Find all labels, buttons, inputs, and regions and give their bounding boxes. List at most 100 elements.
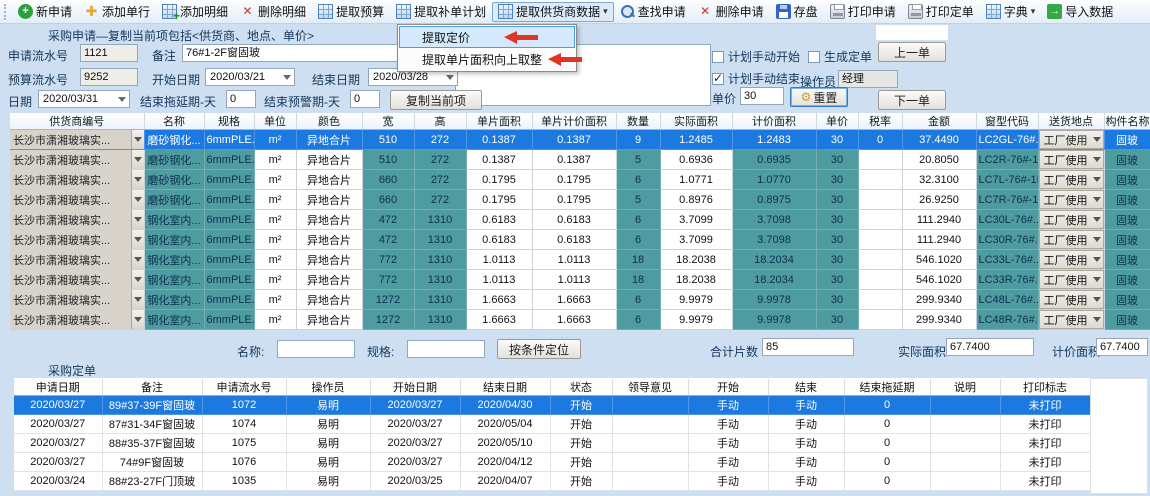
cell-height[interactable]: 1310	[414, 250, 466, 270]
cell-actual_area[interactable]: 1.0771	[660, 170, 732, 190]
cell-spec[interactable]: 6mmPLE...	[204, 150, 254, 170]
cell-actual_area[interactable]: 0.6936	[660, 150, 732, 170]
table-row[interactable]: 长沙市潇湘玻璃实...钢化室内...6mmPLE...m²异地合片7721310…	[10, 250, 1150, 270]
cell-component[interactable]: 固玻	[1104, 250, 1150, 270]
cell-delivery[interactable]: 工厂使用	[1038, 250, 1104, 270]
column-header-actual_area[interactable]: 实际面积	[660, 113, 732, 130]
cell-color[interactable]: 异地合片	[296, 150, 362, 170]
cell-price_area[interactable]: 9.9978	[732, 310, 816, 330]
cell-width[interactable]: 660	[362, 170, 414, 190]
table-row[interactable]: 长沙市潇湘玻璃实...磨砂钢化...6mmPLE...m²异地合片6602720…	[10, 190, 1150, 210]
cell-price_area[interactable]: 1.0770	[732, 170, 816, 190]
cell-unit_price[interactable]: 30	[816, 190, 858, 210]
manual-end-checkbox[interactable]: 计划手动结束	[712, 70, 800, 87]
cell-tax[interactable]	[858, 210, 902, 230]
orders-cell[interactable]: 未打印	[1000, 453, 1090, 472]
prev-order-button[interactable]: 上一单	[878, 42, 946, 62]
orders-column-header[interactable]: 申请流水号	[202, 379, 286, 396]
cell-price_area[interactable]: 18.2034	[732, 270, 816, 290]
cell-piece_price_area[interactable]: 0.1795	[532, 190, 616, 210]
cell-supplier[interactable]: 长沙市潇湘玻璃实...	[10, 150, 144, 170]
orders-cell[interactable]: 2020/03/27	[14, 434, 102, 453]
cell-actual_area[interactable]: 9.9979	[660, 310, 732, 330]
orders-cell[interactable]: 未打印	[1000, 415, 1090, 434]
cell-color[interactable]: 异地合片	[296, 290, 362, 310]
cell-amount[interactable]: 546.1020	[902, 250, 976, 270]
cell-tax[interactable]	[858, 250, 902, 270]
toolbar-button[interactable]: 删除明细	[234, 2, 312, 22]
cell-qty[interactable]: 18	[616, 250, 660, 270]
cell-height[interactable]: 1310	[414, 230, 466, 250]
cell-qty[interactable]: 6	[616, 290, 660, 310]
orders-cell[interactable]: 1035	[202, 472, 286, 491]
cell-tax[interactable]	[858, 190, 902, 210]
orders-cell[interactable]	[930, 434, 1000, 453]
column-header-piece_price_area[interactable]: 单片计价面积	[532, 113, 616, 130]
column-header-qty[interactable]: 数量	[616, 113, 660, 130]
cell-unit[interactable]: m²	[254, 250, 296, 270]
cell-piece_price_area[interactable]: 1.6663	[532, 310, 616, 330]
chevron-down-icon[interactable]	[131, 210, 144, 229]
cell-tax[interactable]	[858, 170, 902, 190]
cell-width[interactable]: 510	[362, 130, 414, 150]
delay-field[interactable]: 0	[226, 90, 256, 108]
toolbar-button[interactable]: 字典▾	[980, 2, 1042, 22]
table-row[interactable]: 长沙市潇湘玻璃实...磨砂钢化...6mmPLE...m²异地合片5102720…	[10, 150, 1150, 170]
cell-spec[interactable]: 6mmPLE...	[204, 230, 254, 250]
cell-amount[interactable]: 111.2940	[902, 230, 976, 250]
cell-supplier[interactable]: 长沙市潇湘玻璃实...	[10, 170, 144, 190]
cell-name[interactable]: 磨砂钢化...	[144, 150, 204, 170]
toolbar-button[interactable]: 打印申请	[824, 2, 902, 22]
cell-tax[interactable]	[858, 270, 902, 290]
cell-component[interactable]: 固玻	[1104, 190, 1150, 210]
cell-width[interactable]: 772	[362, 250, 414, 270]
column-header-delivery[interactable]: 送货地点	[1038, 113, 1104, 130]
cell-price_area[interactable]: 18.2034	[732, 250, 816, 270]
orders-cell[interactable]: 87#31-34F窗固玻	[102, 415, 202, 434]
orders-cell[interactable]: 1072	[202, 396, 286, 415]
cell-unit_price[interactable]: 30	[816, 170, 858, 190]
cell-window_code[interactable]: LC2GL-76#...	[976, 130, 1038, 150]
cell-actual_area[interactable]: 0.8976	[660, 190, 732, 210]
cell-piece_area[interactable]: 1.0113	[466, 270, 532, 290]
toolbar-button[interactable]: 删除申请	[692, 2, 770, 22]
cell-component[interactable]: 固玻	[1104, 210, 1150, 230]
column-header-supplier[interactable]: 供货商编号	[10, 113, 144, 130]
toolbar-button[interactable]: 提取供货商数据▾	[492, 2, 614, 22]
orders-cell[interactable]	[612, 434, 688, 453]
cell-supplier[interactable]: 长沙市潇湘玻璃实...	[10, 270, 144, 290]
cell-piece_price_area[interactable]: 0.1387	[532, 150, 616, 170]
orders-cell[interactable]: 开始	[550, 472, 612, 491]
orders-cell[interactable]: 2020/03/27	[370, 415, 460, 434]
cell-unit_price[interactable]: 30	[816, 290, 858, 310]
column-header-tax[interactable]: 税率	[858, 113, 902, 130]
cell-name[interactable]: 钢化室内...	[144, 230, 204, 250]
cell-height[interactable]: 272	[414, 190, 466, 210]
orders-cell[interactable]	[930, 472, 1000, 491]
orders-cell[interactable]: 手动	[688, 415, 768, 434]
orders-column-header[interactable]: 备注	[102, 379, 202, 396]
cell-name[interactable]: 磨砂钢化...	[144, 190, 204, 210]
manual-start-checkbox[interactable]: 计划手动开始	[712, 48, 800, 65]
orders-cell[interactable]: 手动	[768, 472, 844, 491]
cell-unit_price[interactable]: 30	[816, 230, 858, 250]
cell-color[interactable]: 异地合片	[296, 310, 362, 330]
orders-column-header[interactable]: 结束	[768, 379, 844, 396]
cell-component[interactable]: 固玻	[1104, 270, 1150, 290]
date-select[interactable]: 2020/03/31	[38, 90, 130, 108]
cell-unit_price[interactable]: 30	[816, 210, 858, 230]
toolbar-button[interactable]: 新申请	[12, 2, 78, 22]
cell-qty[interactable]: 6	[616, 230, 660, 250]
chevron-down-icon[interactable]	[131, 250, 144, 269]
column-header-height[interactable]: 高	[414, 113, 466, 130]
toolbar-button[interactable]: 提取补单计划	[390, 2, 492, 22]
chevron-down-icon[interactable]	[131, 230, 144, 249]
cell-spec[interactable]: 6mmPLE...	[204, 250, 254, 270]
cell-actual_area[interactable]: 3.7099	[660, 210, 732, 230]
cell-unit[interactable]: m²	[254, 210, 296, 230]
toolbar-button[interactable]: 查找申请	[614, 2, 692, 22]
cell-spec[interactable]: 6mmPLE...	[204, 290, 254, 310]
orders-cell[interactable]	[930, 415, 1000, 434]
cell-component[interactable]: 固玻	[1104, 310, 1150, 330]
orders-row[interactable]: 2020/03/2789#37-39F窗固玻1072易明2020/03/2720…	[14, 396, 1090, 415]
